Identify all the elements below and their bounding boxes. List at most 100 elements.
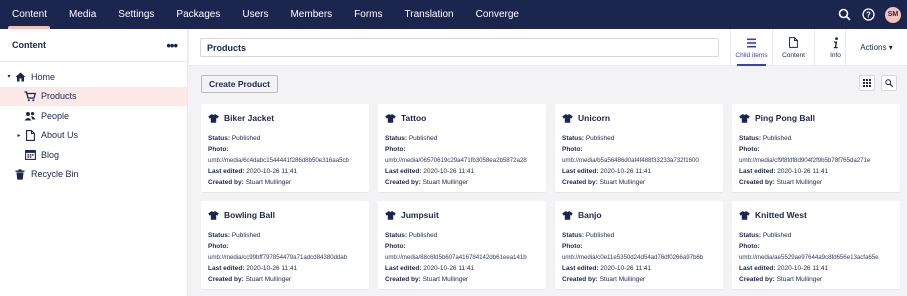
search-icon[interactable]	[837, 8, 851, 22]
status-label: Status:	[208, 135, 231, 142]
node-name-input[interactable]: Products	[200, 38, 719, 57]
created-value: Stuart Mullinger	[422, 179, 469, 186]
status-value: Published	[762, 232, 792, 239]
photo-label: Photo:	[208, 243, 229, 250]
status-value: Published	[231, 232, 261, 239]
card-status: Status: Published	[562, 133, 717, 144]
nav-translation[interactable]: Translation	[394, 0, 465, 29]
status-label: Status:	[385, 135, 408, 142]
editor-header: Products Child items Content Info Action…	[189, 29, 907, 66]
nav-users[interactable]: Users	[231, 0, 279, 29]
tree-item-recycle-bin[interactable]: Recycle Bin	[0, 165, 187, 185]
create-product-button[interactable]: Create Product	[201, 75, 278, 93]
product-card[interactable]: Jumpsuit Status: Published Photo: umb://…	[378, 201, 546, 289]
app-content[interactable]: Content	[772, 29, 814, 66]
photo-label: Photo:	[739, 243, 760, 250]
edited-label: Last edited:	[739, 168, 776, 175]
nav-content[interactable]: Content	[0, 0, 58, 29]
product-card[interactable]: Banjo Status: Published Photo: umb://med…	[555, 201, 723, 289]
shirt-icon	[562, 113, 573, 123]
nav-media[interactable]: Media	[58, 0, 107, 29]
card-photo: Photo:	[385, 241, 540, 252]
card-status: Status: Published	[385, 133, 540, 144]
shirt-icon	[208, 210, 219, 220]
product-card[interactable]: Ping Pong Ball Status: Published Photo: …	[732, 104, 900, 192]
shirt-icon	[385, 113, 396, 123]
created-value: Stuart Mullinger	[776, 276, 823, 283]
nav-converge[interactable]: Converge	[465, 0, 530, 29]
card-title[interactable]: Ping Pong Ball	[755, 113, 815, 123]
nav-members[interactable]: Members	[279, 0, 343, 29]
tree-item-home[interactable]: ▾ Home	[0, 67, 187, 87]
edited-label: Last edited:	[739, 265, 776, 272]
shirt-icon	[739, 113, 750, 123]
created-value: Stuart Mullinger	[599, 179, 646, 186]
card-created-by: Created by: Stuart Mullinger	[385, 274, 540, 285]
tree-item-blog[interactable]: Blog	[0, 145, 187, 165]
card-created-by: Created by: Stuart Mullinger	[562, 274, 717, 285]
sidebar-title: Content	[12, 40, 46, 50]
app-label: Info	[830, 52, 841, 59]
created-value: Stuart Mullinger	[599, 276, 646, 283]
grid-view-button[interactable]	[859, 75, 875, 91]
photo-value: umb://media/ae5529ae97644a9c8fd656e13acf…	[739, 254, 879, 261]
created-label: Created by:	[739, 276, 775, 283]
tree-item-label: Blog	[41, 149, 60, 160]
edited-label: Last edited:	[562, 265, 599, 272]
nav-settings[interactable]: Settings	[107, 0, 165, 29]
product-card[interactable]: Biker Jacket Status: Published Photo: um…	[201, 104, 369, 192]
card-last-edited: Last edited: 2020-10-26 11:41	[208, 166, 363, 177]
photo-label: Photo:	[208, 146, 229, 153]
product-card[interactable]: Unicorn Status: Published Photo: umb://m…	[555, 104, 723, 192]
tree-item-label: Recycle Bin	[31, 169, 79, 180]
edited-value: 2020-10-26 11:41	[246, 265, 298, 272]
tree-item-products[interactable]: Products	[0, 86, 187, 106]
card-last-edited: Last edited: 2020-10-26 11:41	[739, 263, 894, 274]
nav-forms[interactable]: Forms	[343, 0, 393, 29]
card-created-by: Created by: Stuart Mullinger	[385, 177, 540, 188]
caret-right-icon[interactable]: ▸	[14, 132, 24, 139]
product-card[interactable]: Knitted West Status: Published Photo: um…	[732, 201, 900, 289]
ellipsis-icon[interactable]: •••	[166, 39, 178, 52]
help-icon[interactable]: ?	[861, 8, 875, 22]
svg-text:?: ?	[866, 10, 871, 19]
tree-item-label: Home	[31, 71, 56, 82]
tree-item-people[interactable]: People	[0, 106, 187, 126]
photo-value: umb://media/6c4dabc1544441f286d8b50e316a…	[208, 157, 349, 164]
nav-packages[interactable]: Packages	[165, 0, 231, 29]
app-child-items[interactable]: Child items	[730, 29, 772, 66]
photo-label: Photo:	[385, 146, 406, 153]
search-button[interactable]	[881, 75, 897, 91]
actions-dropdown[interactable]: Actions ▾	[845, 29, 907, 66]
status-label: Status:	[739, 232, 762, 239]
photo-label: Photo:	[562, 146, 583, 153]
card-created-by: Created by: Stuart Mullinger	[739, 177, 894, 188]
tree-item-label: About Us	[41, 130, 79, 141]
card-title[interactable]: Knitted West	[755, 210, 807, 220]
card-title[interactable]: Biker Jacket	[224, 113, 274, 123]
product-card[interactable]: Bowling Ball Status: Published Photo: um…	[201, 201, 369, 289]
tree-item-about-us[interactable]: ▸ About Us	[0, 126, 187, 146]
search-icon	[885, 74, 894, 92]
card-created-by: Created by: Stuart Mullinger	[739, 274, 894, 285]
info-icon	[832, 36, 840, 49]
status-label: Status:	[739, 135, 762, 142]
card-header: Tattoo	[385, 113, 540, 123]
card-title[interactable]: Bowling Ball	[224, 210, 275, 220]
card-header: Unicorn	[562, 113, 717, 123]
shopping-cart-icon	[24, 90, 36, 102]
user-avatar[interactable]: SM	[885, 6, 901, 23]
card-title[interactable]: Banjo	[578, 210, 602, 220]
status-value: Published	[408, 232, 438, 239]
product-card[interactable]: Tattoo Status: Published Photo: umb://me…	[378, 104, 546, 192]
edited-value: 2020-10-26 11:41	[777, 265, 829, 272]
created-label: Created by:	[562, 276, 598, 283]
card-title[interactable]: Tattoo	[401, 113, 426, 123]
caret-down-icon[interactable]: ▾	[4, 73, 14, 80]
card-created-by: Created by: Stuart Mullinger	[208, 274, 363, 285]
created-value: Stuart Mullinger	[422, 276, 469, 283]
card-header: Banjo	[562, 210, 717, 220]
card-title[interactable]: Jumpsuit	[401, 210, 439, 220]
card-title[interactable]: Unicorn	[578, 113, 610, 123]
edited-value: 2020-10-26 11:41	[600, 168, 652, 175]
